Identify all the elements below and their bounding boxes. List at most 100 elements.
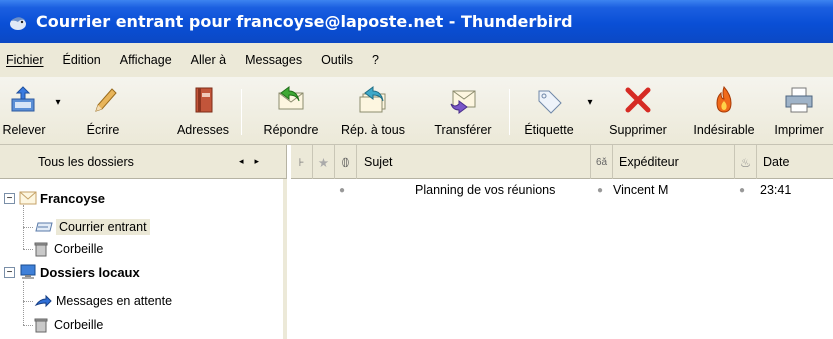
tag-button[interactable]: Étiquette bbox=[520, 83, 578, 141]
write-button[interactable]: Écrire bbox=[80, 83, 126, 141]
delete-label: Supprimer bbox=[609, 123, 667, 137]
pencil-icon bbox=[95, 88, 117, 112]
get-mail-button[interactable]: Relever bbox=[2, 83, 46, 141]
folder-pane-header[interactable]: Tous les dossiers ◂▸ bbox=[0, 145, 287, 179]
toolbar-separator bbox=[241, 89, 242, 135]
folder-trash[interactable]: Corbeille bbox=[34, 238, 103, 260]
print-label: Imprimer bbox=[774, 123, 824, 137]
trash-icon bbox=[34, 242, 48, 257]
folder-tree: − Francoyse Courrier entrant Corbeille −… bbox=[0, 179, 287, 339]
menu-aller-a[interactable]: Aller à bbox=[191, 53, 226, 67]
dropdown-arrow-icon: ▾ bbox=[587, 97, 593, 108]
account-francoyse[interactable]: − Francoyse bbox=[4, 187, 105, 209]
account-name: Francoyse bbox=[40, 190, 106, 206]
collapse-toggle-icon[interactable]: − bbox=[4, 192, 15, 204]
folder-view-label: Tous les dossiers bbox=[38, 154, 134, 169]
sender-column[interactable]: Expéditeur bbox=[613, 145, 735, 179]
message-date: 23:41 bbox=[760, 183, 792, 197]
print-button[interactable]: Imprimer bbox=[768, 83, 830, 141]
read-status-icon: 6ǎ bbox=[595, 156, 608, 168]
folder-label: Messages en attente bbox=[56, 294, 173, 308]
toolbar-separator bbox=[509, 89, 510, 135]
reply-icon bbox=[278, 86, 304, 110]
reply-label: Répondre bbox=[263, 123, 319, 137]
tree-line bbox=[23, 301, 33, 302]
delete-button[interactable]: Supprimer bbox=[602, 83, 674, 141]
forward-icon bbox=[450, 90, 476, 114]
read-column[interactable]: 6ǎ bbox=[591, 145, 613, 179]
account-local-folders[interactable]: − Dossiers locaux bbox=[4, 261, 140, 283]
folder-label: Corbeille bbox=[54, 242, 104, 256]
paperclip-icon: 𝟘 bbox=[341, 155, 350, 170]
message-list-header: ⊦ ★ 𝟘 Sujet 6ǎ Expéditeur ♨ Date bbox=[291, 145, 833, 179]
forward-label: Transférer bbox=[434, 123, 492, 137]
menu-messages[interactable]: Messages bbox=[245, 53, 302, 67]
thread-icon: ⊦ bbox=[298, 156, 305, 169]
write-label: Écrire bbox=[86, 123, 120, 137]
message-subject: Planning de vos réunions bbox=[415, 183, 556, 197]
arrow-left-icon[interactable]: ◂ bbox=[239, 156, 255, 166]
window-title: Courrier entrant pour francoyse@laposte.… bbox=[36, 12, 573, 31]
menu-fichier[interactable]: Fichier bbox=[6, 53, 44, 67]
star-column[interactable]: ★ bbox=[313, 145, 335, 179]
mail-account-icon bbox=[19, 191, 37, 205]
folder-outbox[interactable]: Messages en attente bbox=[34, 290, 172, 312]
tree-line bbox=[23, 227, 33, 228]
folder-label: Corbeille bbox=[54, 318, 104, 332]
sender-column-label: Expéditeur bbox=[619, 155, 679, 169]
read-dot: ● bbox=[597, 184, 604, 196]
unread-dot: ● bbox=[339, 184, 346, 196]
tag-label: Étiquette bbox=[524, 123, 574, 137]
menu-bar: Fichier Édition Affichage Aller à Messag… bbox=[0, 43, 833, 77]
date-column[interactable]: Date bbox=[757, 145, 833, 179]
printer-icon bbox=[785, 87, 813, 113]
junk-dot: ● bbox=[739, 184, 746, 196]
title-bar: Courrier entrant pour francoyse@laposte.… bbox=[0, 0, 833, 43]
thread-column[interactable]: ⊦ bbox=[291, 145, 313, 179]
reply-all-button[interactable]: Rép. à tous bbox=[333, 83, 413, 141]
junk-flame-icon bbox=[716, 86, 732, 113]
tree-line bbox=[23, 325, 33, 326]
address-book-label: Adresses bbox=[176, 123, 230, 137]
get-mail-label: Relever bbox=[2, 123, 46, 137]
date-column-label: Date bbox=[763, 155, 790, 169]
attachment-column[interactable]: 𝟘 bbox=[335, 145, 357, 179]
folder-trash[interactable]: Corbeille bbox=[34, 314, 103, 336]
outbox-arrow-icon bbox=[34, 294, 52, 308]
collapse-toggle-icon[interactable]: − bbox=[4, 266, 15, 278]
forward-button[interactable]: Transférer bbox=[424, 83, 502, 141]
folder-label: Courrier entrant bbox=[56, 219, 150, 235]
dropdown-arrow-icon: ▾ bbox=[55, 97, 61, 108]
reply-all-icon bbox=[359, 86, 386, 113]
reply-button[interactable]: Répondre bbox=[257, 83, 325, 141]
folder-inbox[interactable]: Courrier entrant bbox=[34, 216, 150, 238]
menu-help[interactable]: ? bbox=[372, 53, 379, 67]
address-book-icon bbox=[195, 87, 213, 113]
get-mail-icon bbox=[11, 86, 35, 112]
tag-icon bbox=[538, 90, 562, 114]
trash-icon bbox=[34, 318, 48, 333]
message-sender: Vincent M bbox=[613, 183, 669, 197]
message-row[interactable]: ● Planning de vos réunions ● Vincent M ●… bbox=[291, 179, 833, 201]
menu-edition[interactable]: Édition bbox=[63, 53, 101, 67]
tree-line bbox=[23, 281, 24, 325]
star-icon: ★ bbox=[317, 155, 330, 170]
folder-view-arrows: ◂▸ bbox=[239, 156, 270, 167]
main-toolbar: Relever ▾ Écrire Adresses Répondre Rép. … bbox=[0, 77, 833, 145]
menu-affichage[interactable]: Affichage bbox=[120, 53, 172, 67]
computer-icon bbox=[20, 264, 36, 279]
junk-label: Indésirable bbox=[693, 123, 755, 137]
reply-all-label: Rép. à tous bbox=[341, 123, 405, 137]
junk-column[interactable]: ♨ bbox=[735, 145, 757, 179]
subject-column[interactable]: Sujet bbox=[357, 145, 591, 179]
junk-status-icon: ♨ bbox=[739, 155, 752, 170]
arrow-right-icon[interactable]: ▸ bbox=[254, 156, 270, 166]
address-book-button[interactable]: Adresses bbox=[170, 83, 236, 141]
menu-outils[interactable]: Outils bbox=[321, 53, 353, 67]
delete-x-icon bbox=[625, 87, 651, 113]
account-name: Dossiers locaux bbox=[40, 264, 140, 280]
inbox-icon bbox=[35, 222, 53, 232]
thunderbird-app-icon bbox=[10, 16, 26, 30]
junk-button[interactable]: Indésirable bbox=[682, 83, 766, 141]
subject-column-label: Sujet bbox=[364, 155, 393, 169]
